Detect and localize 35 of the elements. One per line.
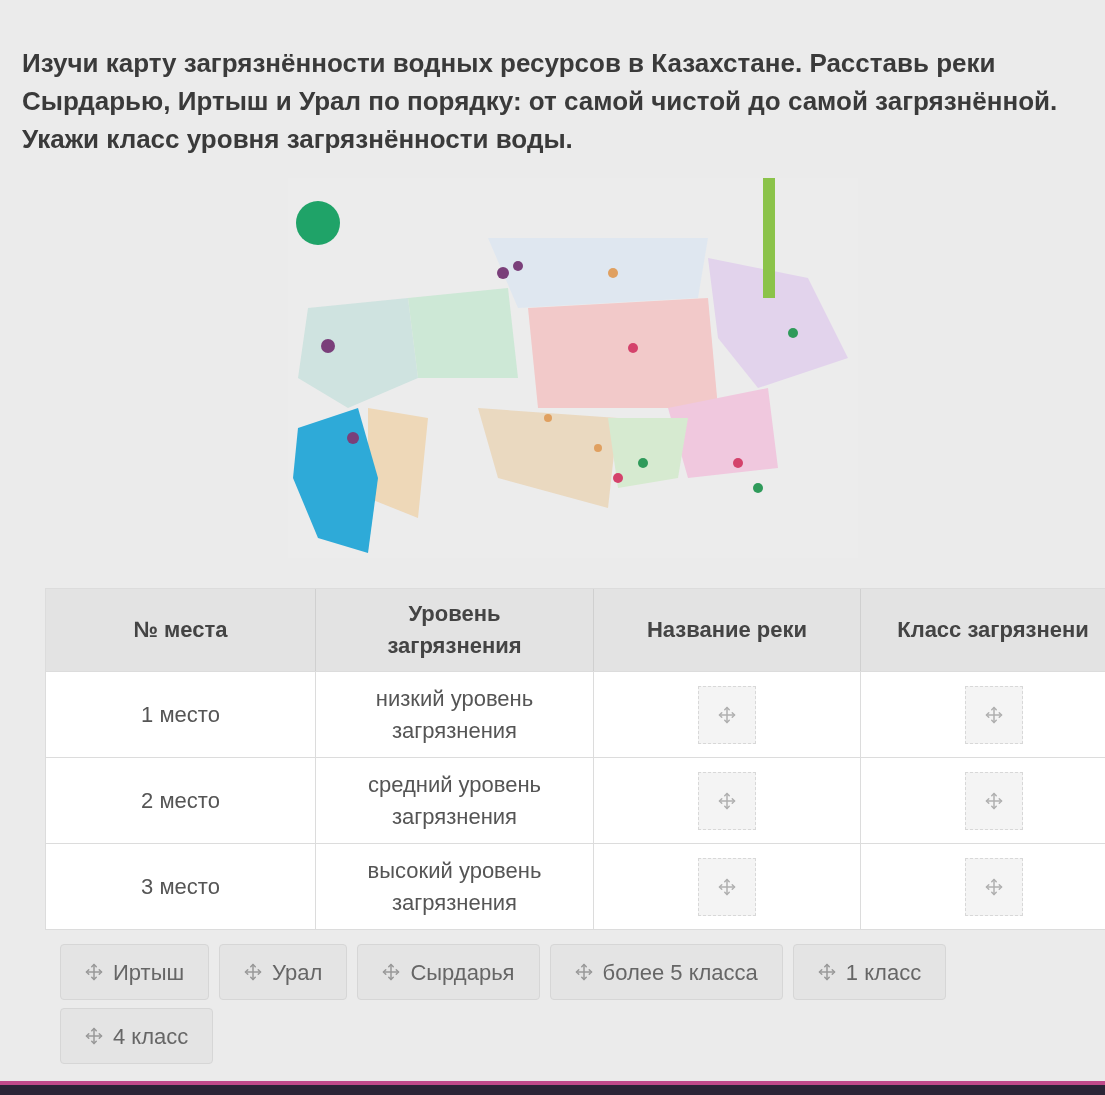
column-header: Название реки (646, 616, 808, 644)
move-icon (85, 963, 103, 981)
move-icon (984, 791, 1003, 810)
column-header: Класс загрязнени (897, 616, 1089, 644)
drop-slot[interactable] (698, 771, 756, 830)
move-icon (984, 877, 1003, 896)
answer-chip[interactable]: Иртыш (60, 944, 210, 1000)
move-icon (984, 705, 1003, 724)
drop-slot[interactable] (698, 685, 756, 744)
table-cell-text: 1 место (141, 701, 220, 729)
column-header: № места (133, 616, 228, 644)
table-cell-text: высокий уровень загрязнения (366, 856, 543, 917)
table-cell-text: средний уровень загрязнения (366, 770, 543, 831)
move-icon (718, 705, 736, 724)
drop-slot[interactable] (964, 685, 1023, 744)
move-icon (718, 791, 736, 810)
move-icon (718, 877, 736, 896)
answer-chip[interactable]: 4 класс (60, 1008, 214, 1064)
drop-slot[interactable] (698, 857, 756, 916)
table-cell-text: 2 место (141, 787, 220, 815)
answer-chip[interactable]: 1 класс (792, 944, 947, 1000)
move-icon (382, 963, 401, 981)
move-icon (85, 1027, 103, 1045)
move-icon (244, 963, 263, 981)
drop-slot[interactable] (964, 771, 1023, 830)
table-cell-text: 3 место (141, 873, 220, 901)
answer-chip[interactable]: Сырдарья (357, 944, 540, 1000)
answer-chip[interactable]: более 5 класса (549, 944, 783, 1000)
column-header: Уровень загрязнения (386, 600, 523, 660)
table-cell-text: низкий уровень загрязнения (374, 684, 535, 745)
question-text: Изучи карту загрязнённости водных ресурсов в Казахстане. Расставь реки Сырдарью, Иртыш и Урал по порядку: от самой чистой до самой загрязнённой. Укажи класс уровня загрязнённости воды. (21, 47, 1059, 156)
drop-slot[interactable] (964, 857, 1023, 916)
move-icon (574, 963, 593, 981)
move-icon (817, 963, 836, 981)
answer-chip[interactable]: Урал (219, 944, 348, 1000)
